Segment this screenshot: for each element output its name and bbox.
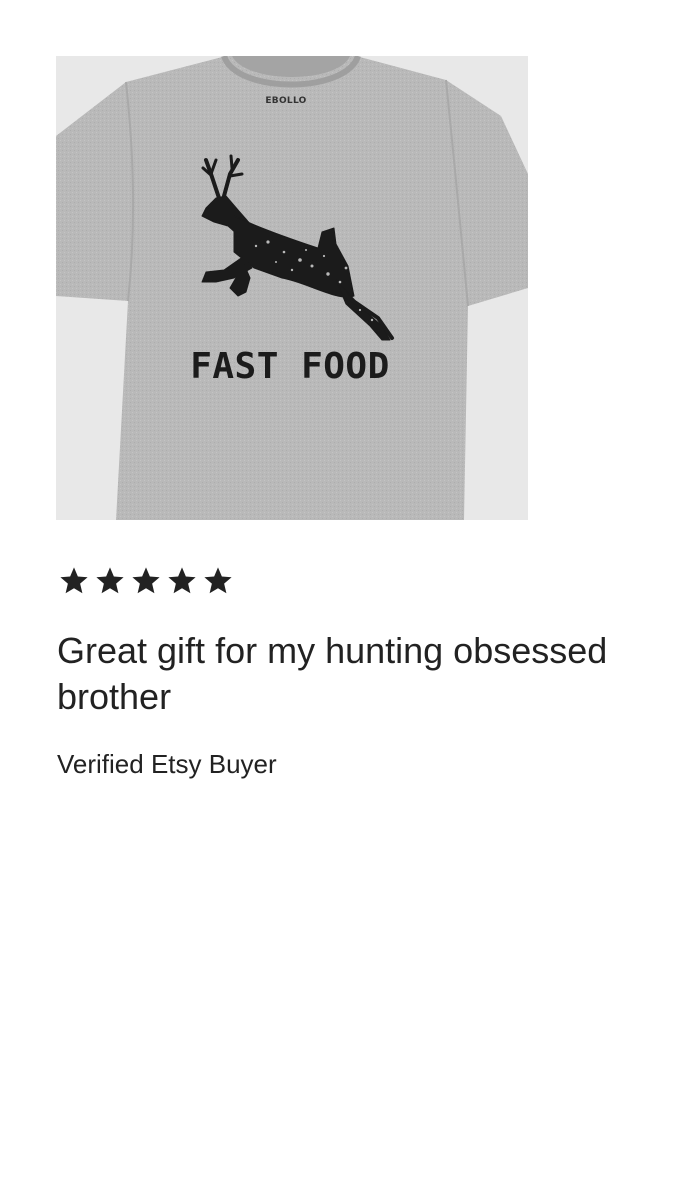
tshirt-graphic: EBOLLO FAST FOOD: [56, 56, 528, 520]
reviewer-name: Verified Etsy Buyer: [57, 749, 277, 779]
review-title: Great gift for my hunting obsessed broth…: [57, 630, 608, 717]
tshirt-shape: [56, 56, 528, 520]
shirt-print-text: FAST FOOD: [190, 346, 390, 387]
star-icon: [204, 567, 232, 594]
product-image: EBOLLO FAST FOOD: [56, 56, 528, 520]
star-icon: [60, 567, 88, 594]
star-icon: [168, 567, 196, 594]
star-rating: [58, 565, 234, 597]
brand-label: EBOLLO: [265, 96, 306, 106]
star-icon: [96, 567, 124, 594]
star-icon: [132, 567, 160, 594]
